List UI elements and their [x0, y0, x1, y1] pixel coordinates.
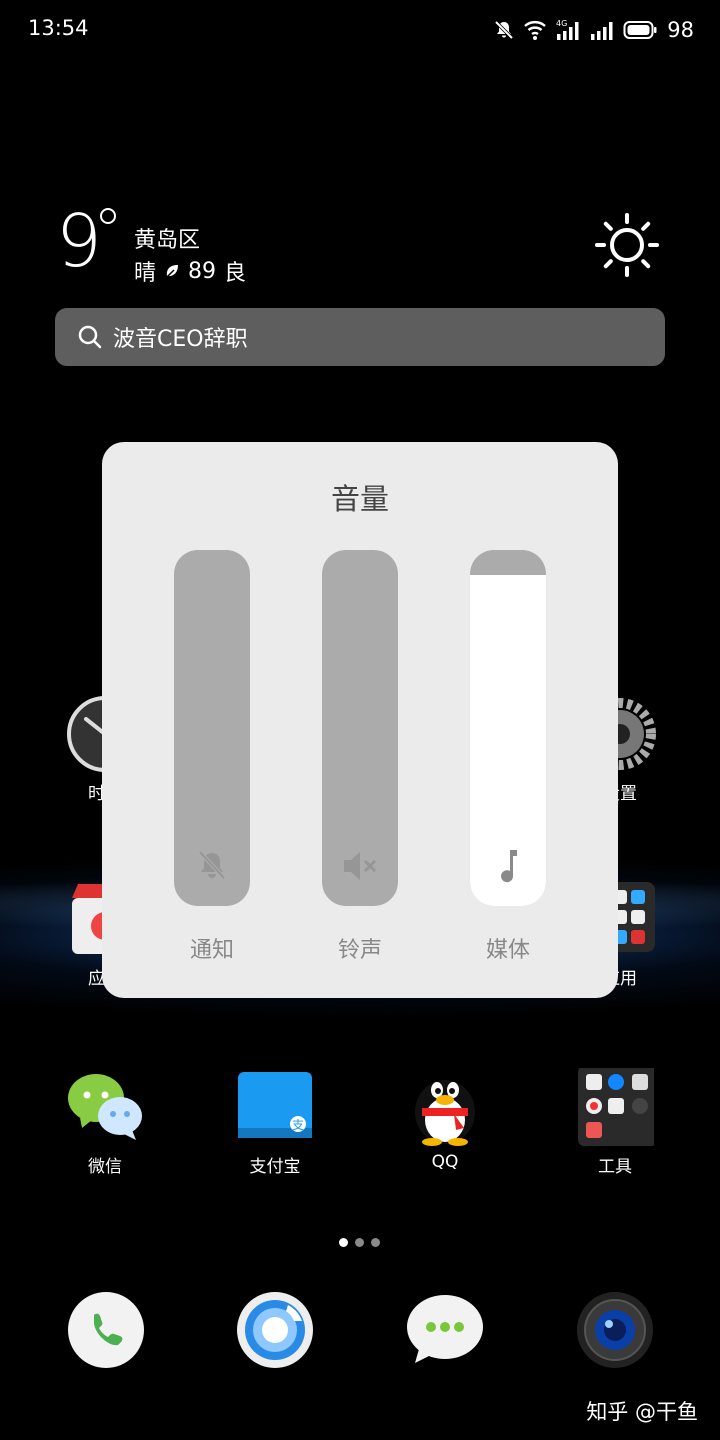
wifi-icon: [524, 21, 547, 40]
weather-condition-row: 晴 89 良: [134, 255, 246, 287]
phone-icon: [68, 1292, 144, 1368]
network-label: 4G: [556, 19, 567, 28]
volume-title: 音量: [330, 482, 389, 516]
app-label: QQ: [431, 1152, 459, 1172]
bell-off-icon: [198, 850, 226, 880]
alipay-icon: 支: [236, 1068, 314, 1146]
battery-percent: 98: [667, 18, 694, 42]
leaf-icon: [166, 265, 179, 278]
page-dot[interactable]: [371, 1238, 380, 1247]
tools-folder-icon: [576, 1066, 658, 1146]
page-dot[interactable]: [355, 1238, 364, 1247]
wechat-icon: [66, 1068, 144, 1146]
slider-label-media: 媒体: [485, 938, 530, 963]
temperature[interactable]: 9: [56, 205, 102, 277]
camera-icon: [577, 1292, 653, 1368]
music-note-icon: [501, 850, 517, 883]
app-qq[interactable]: QQ: [385, 1068, 505, 1172]
app-alipay[interactable]: 支 支付宝: [215, 1068, 335, 1177]
app-folder-tools[interactable]: 工具: [555, 1066, 675, 1177]
slider-media[interactable]: [470, 550, 546, 906]
page-indicator[interactable]: [339, 1238, 380, 1247]
sun-icon[interactable]: [594, 212, 660, 278]
page-dot[interactable]: [339, 1238, 348, 1247]
signal-icon: [591, 22, 613, 40]
battery-icon: [623, 21, 657, 39]
district[interactable]: 黄岛区: [134, 222, 200, 254]
slider-label-ringtone: 铃声: [337, 938, 382, 963]
app-wechat[interactable]: 微信: [45, 1068, 165, 1177]
slider-label-notification: 通知: [189, 938, 234, 963]
svg-text:支: 支: [292, 1118, 304, 1132]
speaker-mute-icon: [344, 852, 377, 880]
status-time: 13:54: [28, 16, 89, 40]
dock-browser[interactable]: [236, 1291, 314, 1373]
dock-phone[interactable]: [67, 1291, 145, 1373]
app-label: 支付宝: [249, 1157, 301, 1177]
search-bar[interactable]: 波音CEO辞职: [55, 308, 665, 366]
search-query: 波音CEO辞职: [113, 327, 248, 352]
degree-symbol: [100, 208, 116, 224]
aqi-value: 89: [188, 258, 217, 284]
browser-icon: [237, 1292, 313, 1368]
slider-ringtone[interactable]: [322, 550, 398, 906]
qq-penguin-icon: [406, 1068, 484, 1146]
app-label: 微信: [88, 1157, 122, 1177]
app-label: 工具: [598, 1157, 632, 1177]
mute-bell-icon: [495, 20, 514, 40]
aqi-level: 良: [224, 261, 247, 286]
signal-4g-icon: 4G: [556, 19, 579, 40]
search-icon: [78, 325, 102, 349]
weather-condition: 晴: [134, 261, 157, 286]
dock-messages[interactable]: [405, 1291, 485, 1373]
status-icons: 4G 98: [493, 14, 694, 46]
watermark: 知乎 @干鱼: [586, 1400, 698, 1424]
slider-notification[interactable]: [174, 550, 250, 906]
messages-icon: [407, 1295, 483, 1363]
dock-camera[interactable]: [576, 1291, 654, 1373]
